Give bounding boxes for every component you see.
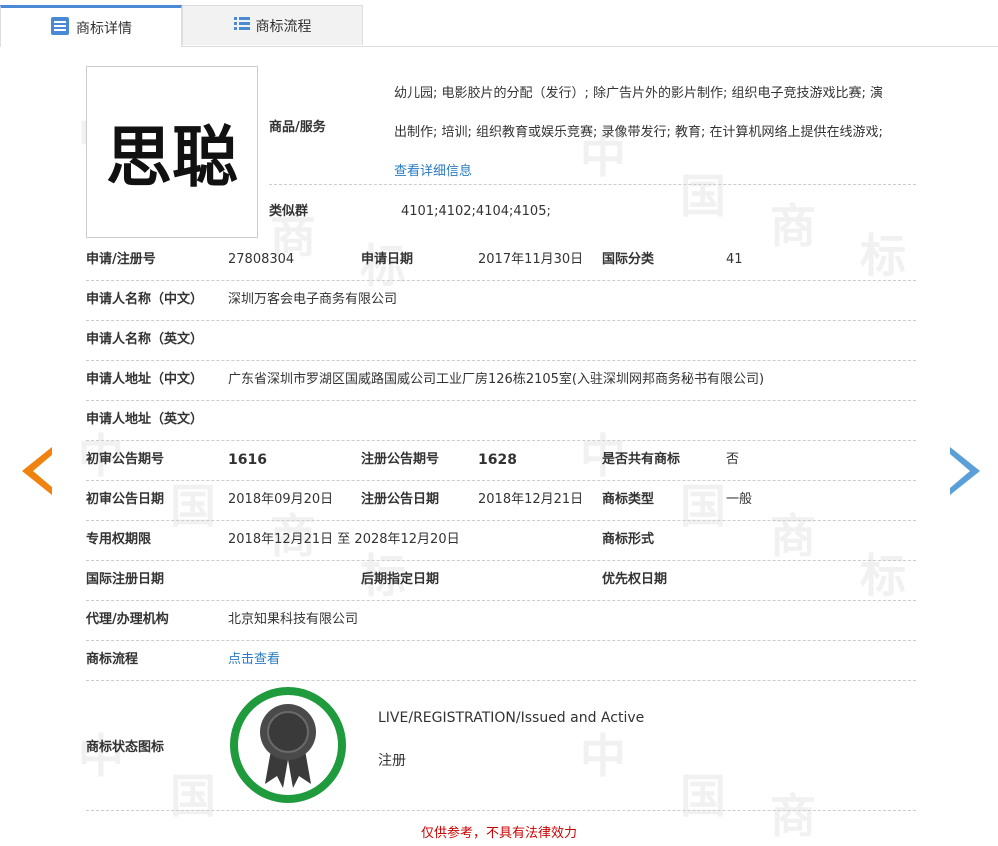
goods-services: 幼儿园; 电影胶片的分配（发行）; 除广告片外的影片制作; 组织电子竞技游戏比赛… xyxy=(394,74,914,191)
next-arrow-icon[interactable] xyxy=(950,447,980,495)
intl-class-value: 41 xyxy=(726,252,743,267)
similar-value: 4101;4102;4104;4105; xyxy=(401,204,551,219)
row-address-en: 申请人地址（英文） xyxy=(86,400,916,441)
reg-pub-date-label: 注册公告日期 xyxy=(361,492,440,507)
applicant-en-label: 申请人名称（英文） xyxy=(86,332,204,347)
row-address-cn: 申请人地址（中文） 广东省深圳市罗湖区国威路国威公司工业厂房126栋2105室(… xyxy=(86,360,916,401)
tab-label: 商标流程 xyxy=(255,18,312,35)
later-date-label: 后期指定日期 xyxy=(361,572,440,587)
form-label: 商标形式 xyxy=(602,532,655,547)
goods-line-1: 幼儿园; 电影胶片的分配（发行）; 除广告片外的影片制作; 组织电子竞技游戏比赛… xyxy=(394,86,884,101)
tab-trademark-detail[interactable]: 商标详情 xyxy=(0,5,182,47)
similar-group: 类似群 4101;4102;4104;4105; xyxy=(269,184,916,224)
apply-date-value: 2017年11月30日 xyxy=(478,252,584,267)
applicant-cn-label: 申请人名称（中文） xyxy=(86,292,204,307)
row-intl-reg: 国际注册日期 后期指定日期 优先权日期 xyxy=(86,560,916,601)
apply-date-label: 申请日期 xyxy=(361,252,414,267)
intl-reg-date-label: 国际注册日期 xyxy=(86,572,165,587)
row-reg-no: 申请/注册号 27808304 申请日期 2017年11月30日 国际分类 41 xyxy=(86,240,916,281)
reg-pub-no-value: 1628 xyxy=(478,452,517,468)
row-period: 专用权期限 2018年12月21日 至 2028年12月20日 商标形式 xyxy=(86,520,916,561)
row-agent: 代理/办理机构 北京知果科技有限公司 xyxy=(86,600,916,641)
type-value: 一般 xyxy=(726,492,753,507)
prelim-date-value: 2018年09月20日 xyxy=(228,492,334,507)
reg-pub-no-label: 注册公告期号 xyxy=(361,452,440,467)
row-pub-no: 初审公告期号 1616 注册公告期号 1628 是否共有商标 否 xyxy=(86,440,916,481)
status-text-en: LIVE/REGISTRATION/Issued and Active xyxy=(378,710,645,726)
trademark-image: 思聪 xyxy=(86,66,258,238)
similar-label: 类似群 xyxy=(269,204,309,219)
tab-trademark-flow[interactable]: 商标流程 xyxy=(182,5,363,45)
row-status: 商标状态图标 LIVE/REGISTRATION/Issued and Acti… xyxy=(86,680,916,811)
shared-value: 否 xyxy=(726,452,740,467)
agent-label: 代理/办理机构 xyxy=(86,612,169,627)
type-label: 商标类型 xyxy=(602,492,655,507)
prelim-no-value: 1616 xyxy=(228,452,267,468)
flow-label: 商标流程 xyxy=(86,652,139,667)
row-pub-date: 初审公告日期 2018年09月20日 注册公告日期 2018年12月21日 商标… xyxy=(86,480,916,521)
address-en-label: 申请人地址（英文） xyxy=(86,412,204,427)
period-value: 2018年12月21日 至 2028年12月20日 xyxy=(228,532,460,547)
goods-label: 商品/服务 xyxy=(269,120,326,135)
row-applicant-en: 申请人名称（英文） xyxy=(86,320,916,361)
reg-pub-date-value: 2018年12月21日 xyxy=(478,492,584,507)
status-text-cn: 注册 xyxy=(378,753,406,769)
period-label: 专用权期限 xyxy=(86,532,152,547)
list-detail-icon xyxy=(50,16,70,40)
address-cn-label: 申请人地址（中文） xyxy=(86,372,204,387)
reg-no-label: 申请/注册号 xyxy=(86,252,156,267)
row-flow: 商标流程 点击查看 xyxy=(86,640,916,681)
prelim-no-label: 初审公告期号 xyxy=(86,452,165,467)
prelim-date-label: 初审公告日期 xyxy=(86,492,165,507)
registered-status-icon xyxy=(229,686,347,804)
view-flow-link[interactable]: 点击查看 xyxy=(228,640,280,680)
reg-no-value: 27808304 xyxy=(228,252,295,267)
row-applicant-cn: 申请人名称（中文） 深圳万客会电子商务有限公司 xyxy=(86,280,916,321)
address-cn-value: 广东省深圳市罗湖区国威路国威公司工业厂房126栋2105室(入驻深圳网邦商务秘书… xyxy=(228,372,765,387)
agent-value: 北京知果科技有限公司 xyxy=(228,612,359,627)
status-label: 商标状态图标 xyxy=(86,740,165,755)
applicant-cn-value: 深圳万客会电子商务有限公司 xyxy=(228,292,398,307)
disclaimer-text: 仅供参考，不具有法律效力 xyxy=(420,826,577,841)
shared-label: 是否共有商标 xyxy=(602,452,681,467)
priority-label: 优先权日期 xyxy=(602,572,668,587)
goods-line-2: 出制作; 培训; 组织教育或娱乐竞赛; 录像带发行; 教育; 在计算机网络上提供… xyxy=(394,125,883,140)
tab-bar: 商标详情 商标流程 xyxy=(0,0,998,47)
list-grid-icon xyxy=(233,16,250,36)
prev-arrow-icon[interactable] xyxy=(22,447,52,495)
tab-label: 商标详情 xyxy=(76,20,132,37)
intl-class-label: 国际分类 xyxy=(602,252,655,267)
